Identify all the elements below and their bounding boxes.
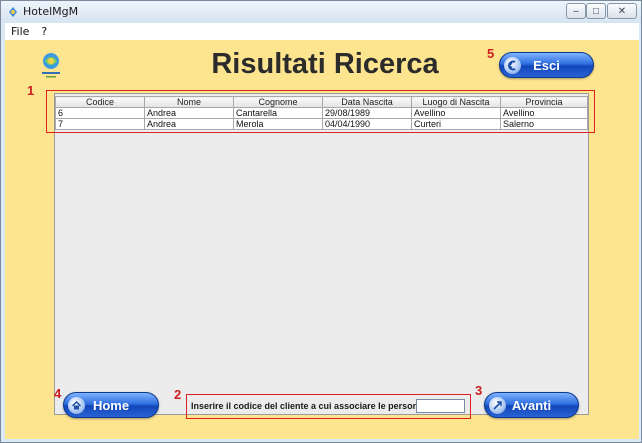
exit-icon — [504, 57, 521, 74]
close-button[interactable]: ✕ — [607, 3, 637, 19]
menu-bar: File ? — [5, 23, 639, 40]
page-title: Risultati Ricerca — [211, 48, 439, 80]
app-window: HotelMgM – □ ✕ File ? Risultati Ricerca … — [0, 0, 642, 443]
results-table-area[interactable]: Codice Nome Cognome Data Nascita Luogo d… — [54, 93, 589, 415]
title-bar[interactable]: HotelMgM – □ ✕ — [1, 1, 641, 23]
main-panel: Risultati Ricerca Esci Codice Nome Cogno… — [5, 40, 639, 439]
client-code-label: Inserire il codice del cliente a cui ass… — [191, 401, 427, 411]
next-button-label: Avanti — [511, 397, 552, 413]
home-button[interactable]: Home — [63, 392, 159, 418]
minimize-button[interactable]: – — [566, 3, 586, 19]
annotation-box-table — [46, 90, 595, 133]
next-icon — [489, 397, 506, 414]
annotation-number-2: 2 — [174, 387, 182, 402]
home-icon — [68, 397, 85, 414]
menu-file[interactable]: File — [5, 25, 35, 38]
exit-button[interactable]: Esci — [499, 52, 594, 78]
annotation-number-5: 5 — [487, 46, 495, 61]
hotel-logo-icon — [42, 53, 60, 78]
next-button[interactable]: Avanti — [484, 392, 579, 418]
annotation-number-3: 3 — [475, 383, 483, 398]
annotation-number-4: 4 — [54, 386, 62, 401]
window-title: HotelMgM — [23, 5, 79, 18]
exit-button-label: Esci — [533, 57, 560, 73]
home-button-label: Home — [92, 397, 130, 413]
app-icon — [9, 7, 17, 17]
menu-help[interactable]: ? — [35, 25, 53, 38]
annotation-number-1: 1 — [27, 83, 35, 98]
client-code-input[interactable] — [416, 399, 465, 413]
maximize-button[interactable]: □ — [586, 3, 606, 19]
